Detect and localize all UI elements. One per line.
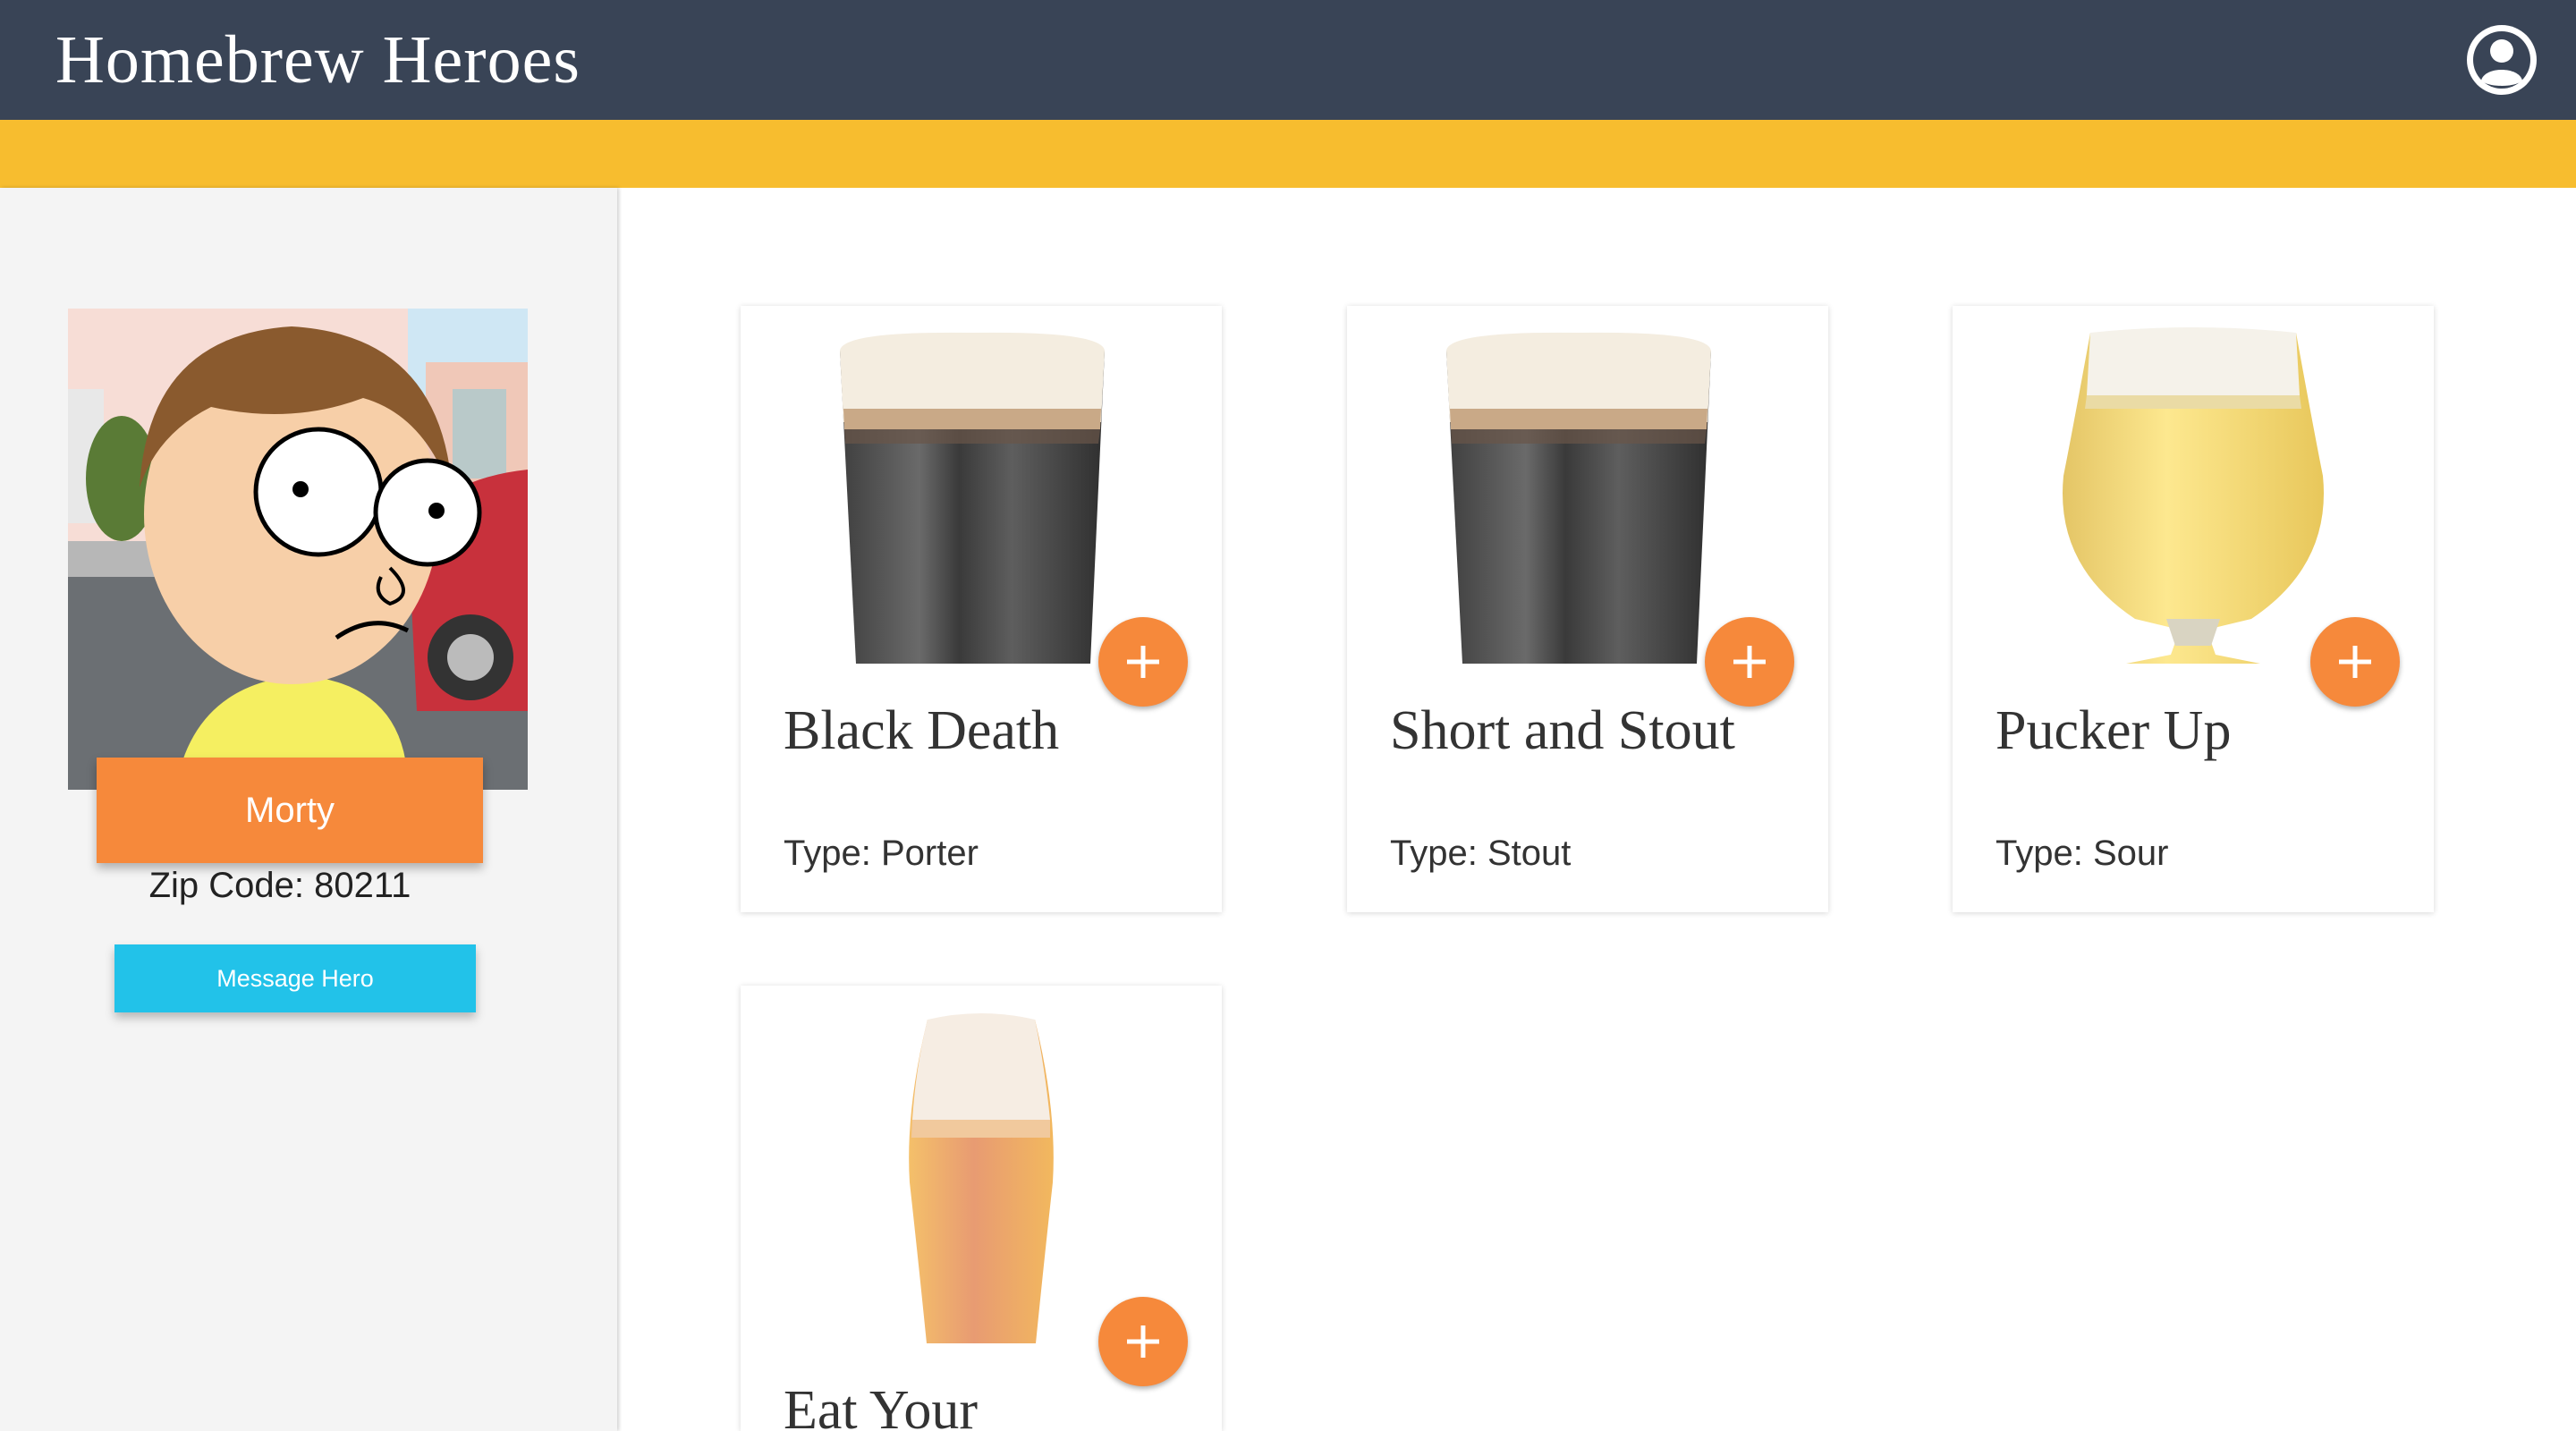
add-beer-button[interactable]: [2310, 617, 2400, 707]
beer-type: Type: Sour: [1996, 834, 2168, 874]
profile-avatar: [68, 309, 528, 790]
beer-type-value: Porter: [880, 834, 979, 873]
zip-value: 80211: [314, 866, 411, 905]
plus-icon: [1733, 646, 1766, 678]
beer-card[interactable]: Short and Stout Type: Stout: [1347, 306, 1828, 912]
beer-type: Type: Porter: [784, 834, 979, 874]
tulip-glass-pale-image: [2063, 327, 2324, 664]
plus-icon: [1127, 646, 1159, 678]
beer-type-value: Sour: [2092, 834, 2169, 873]
beer-name: Black Death: [784, 700, 1060, 761]
beer-name: Pucker Up: [1996, 700, 2232, 761]
hero-name-button[interactable]: Morty: [97, 758, 483, 863]
beer-name: Eat Your: [784, 1380, 979, 1431]
zip-code: Zip Code: 80211: [0, 866, 560, 906]
beer-card[interactable]: Eat Your: [741, 986, 1222, 1431]
accent-bar: [0, 120, 2576, 188]
add-beer-button[interactable]: [1098, 1297, 1188, 1386]
add-beer-button[interactable]: [1705, 617, 1794, 707]
plus-icon: [1127, 1325, 1159, 1358]
beer-type-label: Type:: [1996, 834, 2083, 873]
zip-label: Zip Code:: [148, 866, 305, 905]
pint-glass-dark-image: [840, 332, 1105, 664]
account-circle-icon[interactable]: [2463, 21, 2540, 98]
beer-card[interactable]: Black Death Type: Porter: [741, 306, 1222, 912]
app-title: Homebrew Heroes: [55, 21, 580, 97]
top-navbar: Homebrew Heroes: [0, 0, 2576, 120]
pint-glass-dark-image: [1446, 332, 1711, 664]
beer-type-label: Type:: [1390, 834, 1478, 873]
beer-type: Type: Stout: [1390, 834, 1571, 874]
profile-sidebar: Morty Zip Code: 80211 Message Hero: [0, 188, 617, 1431]
plus-icon: [2339, 646, 2371, 678]
beer-type-label: Type:: [784, 834, 871, 873]
message-hero-button[interactable]: Message Hero: [114, 944, 476, 1012]
add-beer-button[interactable]: [1098, 617, 1188, 707]
beer-card[interactable]: Pucker Up Type: Sour: [1953, 306, 2434, 912]
weizen-glass-amber-image: [909, 1013, 1054, 1343]
beer-type-value: Stout: [1487, 834, 1572, 873]
beer-name: Short and Stout: [1390, 700, 1735, 761]
